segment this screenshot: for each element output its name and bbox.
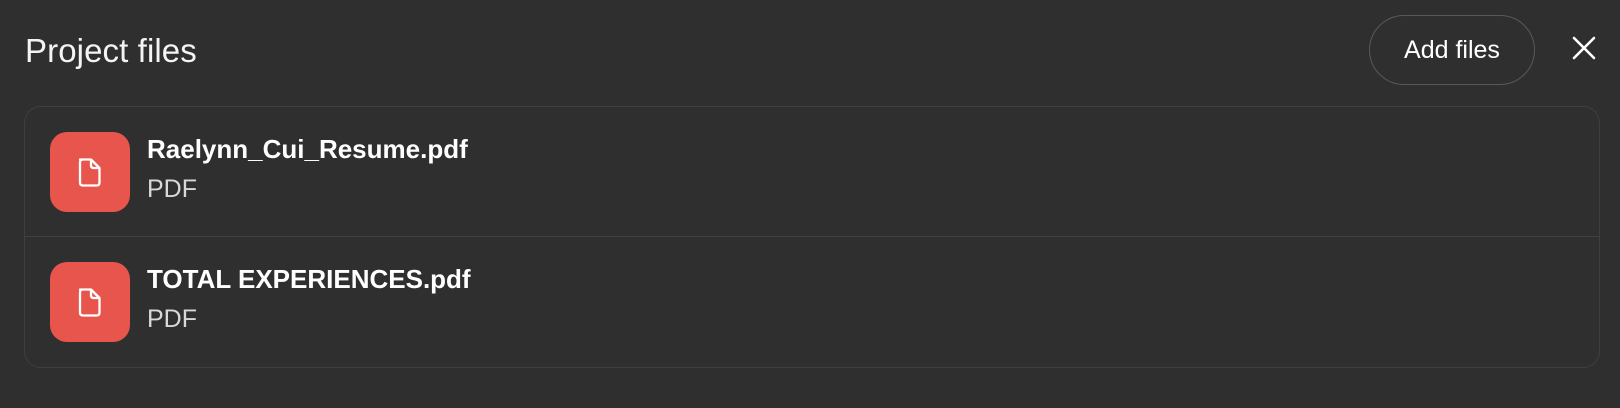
file-type: PDF: [147, 305, 197, 333]
file-type: PDF: [147, 175, 197, 203]
file-list: Raelynn_Cui_Resume.pdf PDF TOTAL EXPERIE…: [24, 106, 1600, 368]
document-icon: [78, 158, 101, 187]
pdf-file-icon-tile: [50, 132, 130, 212]
file-list-item[interactable]: TOTAL EXPERIENCES.pdf PDF: [25, 237, 1599, 367]
panel-header: Project files Add files: [0, 0, 1620, 104]
close-button[interactable]: [1562, 26, 1606, 70]
document-icon: [78, 288, 101, 317]
add-files-button[interactable]: Add files: [1369, 15, 1535, 85]
project-files-panel: Project files Add files Raelynn_Cui_Resu…: [0, 0, 1620, 408]
pdf-file-icon-tile: [50, 262, 130, 342]
page-title: Project files: [25, 32, 197, 69]
file-name: Raelynn_Cui_Resume.pdf: [147, 134, 468, 164]
file-list-item[interactable]: Raelynn_Cui_Resume.pdf PDF: [25, 107, 1599, 237]
file-name: TOTAL EXPERIENCES.pdf: [147, 264, 471, 294]
close-icon: [1572, 36, 1596, 60]
